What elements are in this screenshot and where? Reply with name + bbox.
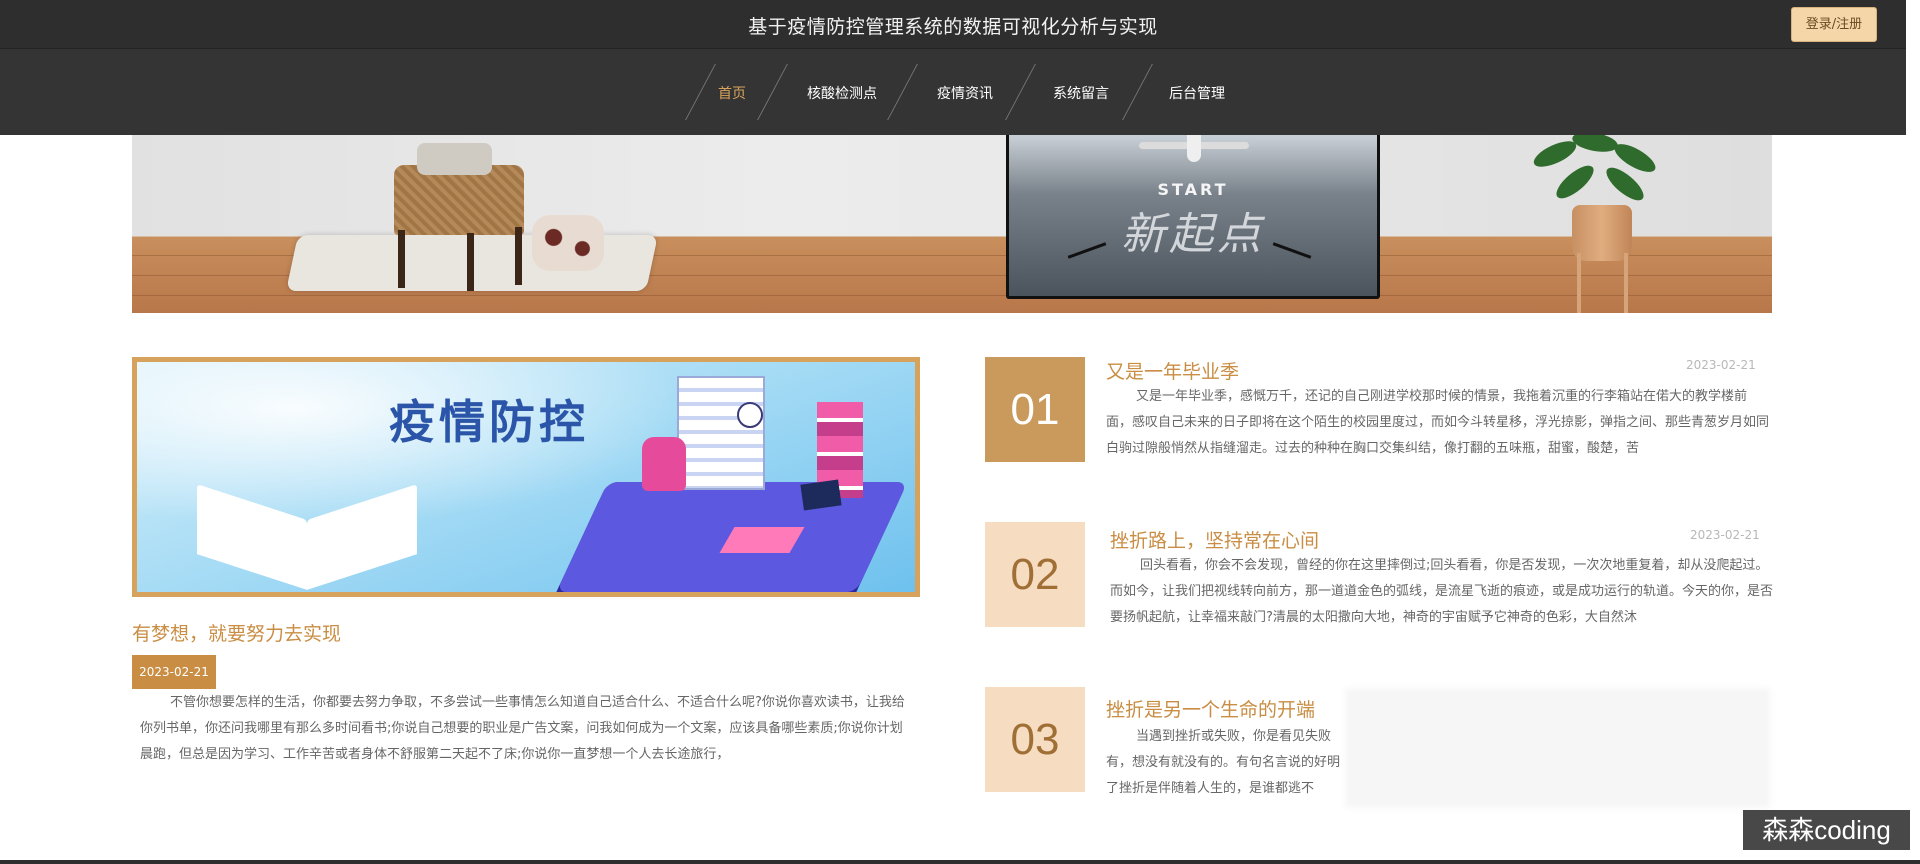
- nav-item-test-sites[interactable]: 核酸检测点: [807, 83, 877, 103]
- news-title[interactable]: 挫折是另一个生命的开端: [1106, 695, 1315, 722]
- tv-screen: START 新起点: [1009, 135, 1377, 296]
- plant-stand: [1577, 253, 1581, 313]
- clock-icon: [737, 402, 763, 428]
- site-title: 基于疫情防控管理系统的数据可视化分析与实现: [748, 16, 1158, 38]
- news-text: 又是一年毕业季，感慨万千，还记的自己刚进学校那时候的情景，我拖着沉重的行李箱站在…: [1106, 389, 1770, 456]
- nav-item-home[interactable]: 首页: [718, 83, 746, 103]
- news-date: 2023-02-21: [1690, 528, 1760, 542]
- feature-heading[interactable]: 有梦想，就要努力去实现: [132, 619, 341, 646]
- feature-date-badge: 2023-02-21: [132, 655, 216, 689]
- tv-slogan-text: 新起点: [1121, 209, 1265, 260]
- login-register-button[interactable]: 登录/注册: [1791, 7, 1877, 42]
- chair-leg: [515, 227, 522, 285]
- plant-stand: [1624, 253, 1628, 313]
- main-nav: 首页 核酸检测点 疫情资讯 系统留言 后台管理: [0, 48, 1906, 135]
- news-text: 当遇到挫折或失败，你是看见失败有，想没有就没有的。有句名言说的好明了挫折是伴随着…: [1106, 729, 1341, 796]
- news-title[interactable]: 又是一年毕业季: [1106, 357, 1239, 384]
- nav-separator: [757, 64, 788, 120]
- pillow-illustration: [532, 215, 604, 271]
- feature-image-title: 疫情防控: [389, 395, 589, 449]
- top-bar: 基于疫情防控管理系统的数据可视化分析与实现 登录/注册: [0, 0, 1906, 49]
- tv-illustration: START 新起点: [1006, 135, 1380, 299]
- armchair-illustration: [394, 165, 524, 235]
- graduation-cap-icon: [800, 479, 842, 511]
- bottom-bar: [0, 860, 1920, 864]
- banner-wall: [132, 135, 1772, 236]
- tv-start-text: START: [1157, 180, 1229, 199]
- hero-banner: START 新起点: [132, 135, 1772, 313]
- nav-separator: [685, 64, 716, 120]
- feature-text: 不管你想要怎样的生活，你都要去努力争取，不多尝试一些事情怎么知道自己适合什么、不…: [140, 695, 905, 762]
- open-book-illustration: [197, 484, 417, 590]
- floor-plank-line: [132, 295, 1772, 296]
- chair-cushion: [417, 143, 492, 175]
- nav-item-news[interactable]: 疫情资讯: [937, 83, 993, 103]
- nav-item-messages[interactable]: 系统留言: [1053, 83, 1109, 103]
- news-number-badge: 02: [985, 522, 1085, 627]
- news-title[interactable]: 挫折路上，坚持常在心间: [1110, 526, 1319, 553]
- airplane-icon: [1139, 135, 1249, 162]
- school-building-illustration: [677, 376, 765, 490]
- chair-leg: [398, 230, 405, 288]
- nav-separator: [1005, 64, 1036, 120]
- news-number-badge: 01: [985, 357, 1085, 462]
- news-date: 2023-02-21: [1686, 358, 1756, 372]
- blurred-area: [1345, 688, 1770, 808]
- plant-pot: [1572, 205, 1632, 261]
- schoolbag-icon: [642, 437, 686, 491]
- chair-leg: [467, 233, 474, 291]
- nav-separator: [1122, 64, 1153, 120]
- nav-separator: [887, 64, 918, 120]
- news-text: 回头看看，你会不会发现，曾经的你在这里摔倒过;回头看看，你是否发现，一次次地重复…: [1110, 558, 1774, 625]
- news-number-badge: 03: [985, 687, 1085, 792]
- nav-item-admin[interactable]: 后台管理: [1169, 83, 1225, 103]
- watermark: 森森coding: [1743, 810, 1910, 850]
- feature-image[interactable]: 疫情防控: [132, 357, 920, 597]
